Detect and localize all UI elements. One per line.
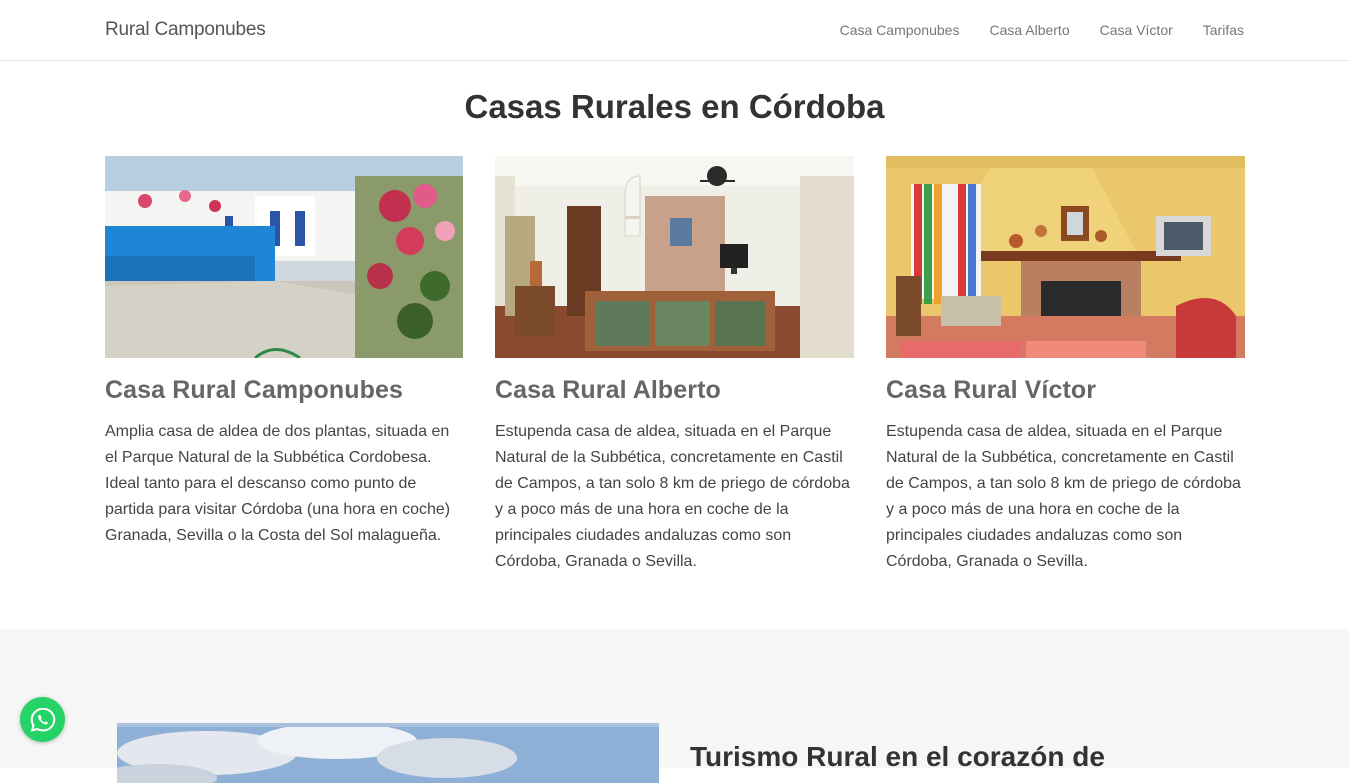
house-card-alberto: Casa Rural Alberto Estupenda casa de ald… bbox=[495, 156, 854, 575]
house-card-victor: Casa Rural Víctor Estupenda casa de alde… bbox=[886, 156, 1245, 575]
nav-link-casa-alberto[interactable]: Casa Alberto bbox=[989, 22, 1069, 38]
card-description: Estupenda casa de aldea, situada en el P… bbox=[886, 423, 1241, 570]
living-room-photo[interactable] bbox=[495, 156, 854, 358]
pool-patio-photo[interactable] bbox=[105, 156, 463, 358]
house-card-camponubes: Casa Rural Camponubes Amplia casa de ald… bbox=[105, 156, 463, 549]
navbar: Rural Camponubes Casa Camponubes Casa Al… bbox=[0, 0, 1349, 61]
nav-link-casa-victor[interactable]: Casa Víctor bbox=[1100, 22, 1173, 38]
nav-item-casa-camponubes: Casa Camponubes bbox=[840, 22, 960, 40]
card-description: Estupenda casa de aldea, situada en el P… bbox=[495, 423, 850, 570]
nav-item-casa-victor: Casa Víctor bbox=[1100, 22, 1173, 40]
card-title[interactable]: Casa Rural Camponubes bbox=[105, 376, 463, 405]
card-description: Amplia casa de aldea de dos plantas, sit… bbox=[105, 423, 451, 544]
nav-link-casa-camponubes[interactable]: Casa Camponubes bbox=[840, 22, 960, 38]
rural-tourism-section: Turismo Rural en el corazón de bbox=[0, 629, 1349, 783]
page-title: Casas Rurales en Córdoba bbox=[464, 88, 885, 125]
section-title: Turismo Rural en el corazón de bbox=[690, 741, 1105, 772]
card-title[interactable]: Casa Rural Víctor bbox=[886, 376, 1245, 405]
brand-link[interactable]: Rural Camponubes bbox=[105, 19, 266, 41]
nav-item-tarifas: Tarifas bbox=[1203, 22, 1244, 40]
nav-link-tarifas[interactable]: Tarifas bbox=[1203, 22, 1244, 38]
whatsapp-icon bbox=[30, 707, 55, 732]
landscape-photo bbox=[117, 723, 659, 783]
fireplace-room-photo[interactable] bbox=[886, 156, 1245, 358]
whatsapp-button[interactable] bbox=[20, 697, 65, 742]
nav-item-casa-alberto: Casa Alberto bbox=[989, 22, 1069, 40]
card-title[interactable]: Casa Rural Alberto bbox=[495, 376, 854, 405]
nav-menu: Casa Camponubes Casa Alberto Casa Víctor… bbox=[810, 0, 1244, 61]
